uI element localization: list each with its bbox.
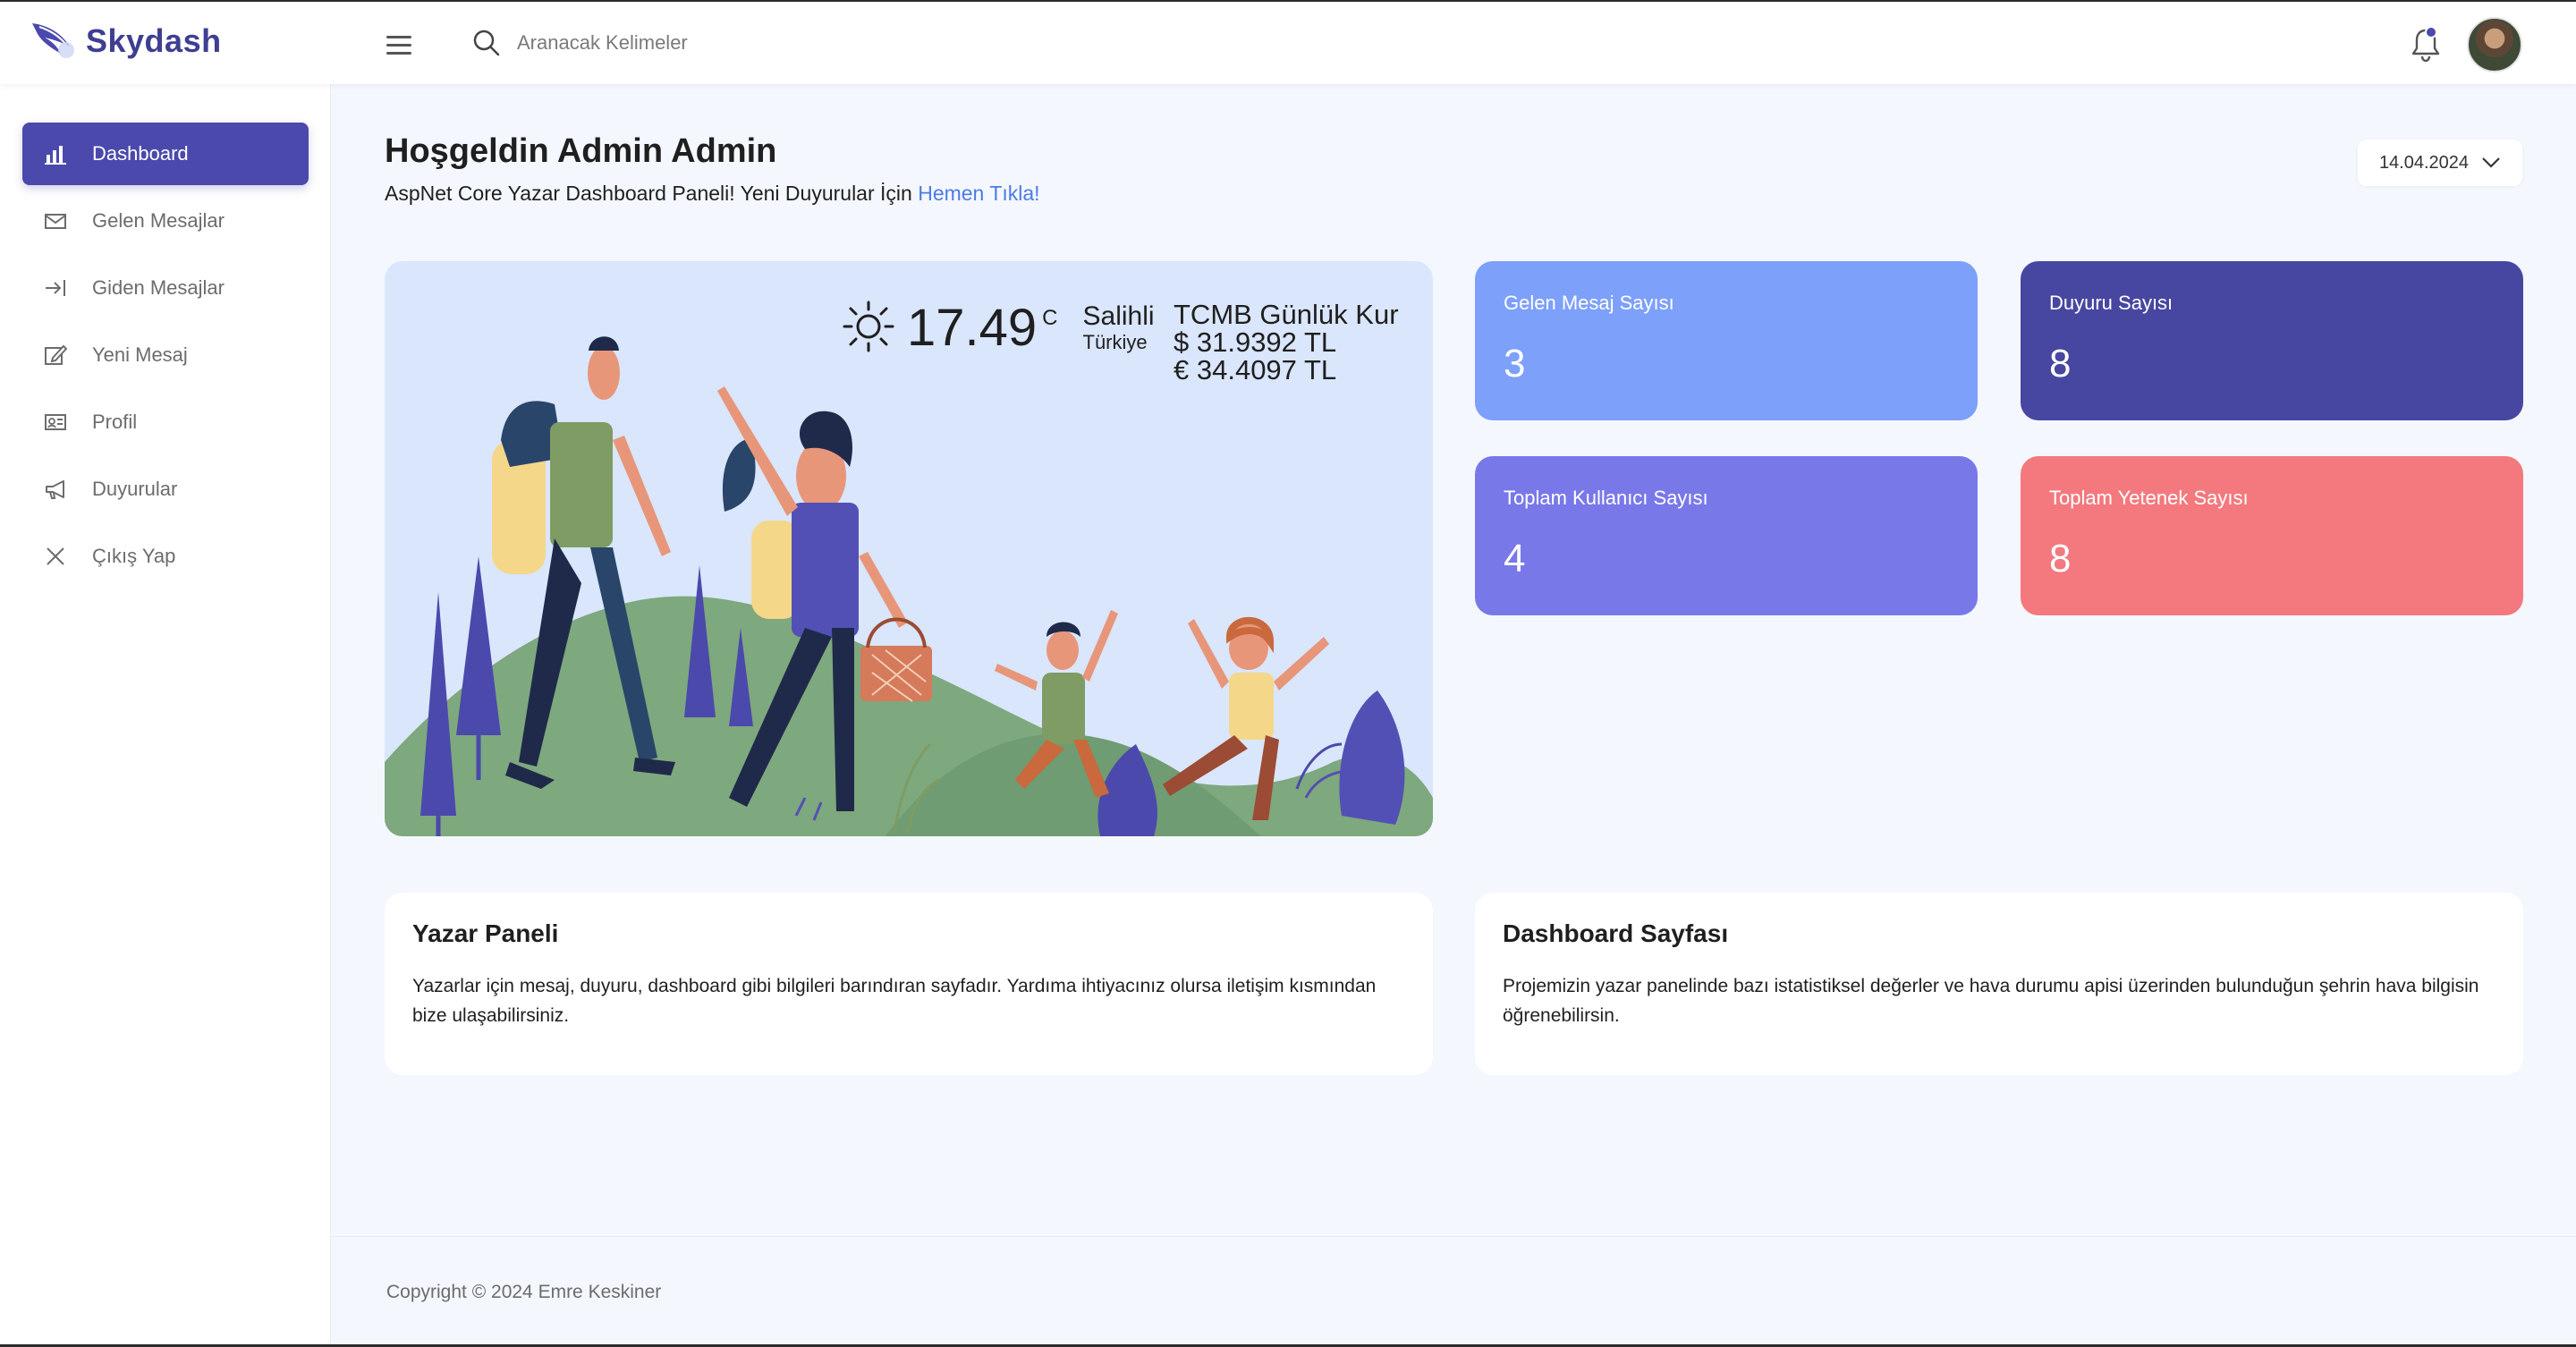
sidebar-item-label: Yeni Mesaj (92, 343, 188, 366)
date-value: 14.04.2024 (2378, 152, 2470, 173)
sidebar-item-cikis-yap[interactable]: Çıkış Yap (22, 525, 309, 588)
sidebar: Dashboard Gelen Mesajlar Giden Mesajlar … (0, 84, 331, 1347)
announcements-link[interactable]: Hemen Tıkla! (918, 182, 1039, 205)
temperature-value: 17.49 (907, 299, 1038, 357)
stat-card-toplam-yetenek[interactable]: Toplam Yetenek Sayısı 8 (2021, 456, 2523, 615)
stat-value: 8 (2049, 342, 2072, 385)
sidebar-item-profil[interactable]: Profil (22, 391, 309, 453)
stat-card-gelen-mesaj[interactable]: Gelen Mesaj Sayısı 3 (1475, 261, 1978, 420)
temperature-unit: C (1042, 306, 1058, 330)
currency-rates: TCMB Günlük Kur $ 31.9392 TL € 34.4097 T… (1174, 301, 1399, 384)
search-icon[interactable] (472, 29, 501, 57)
chevron-down-icon (2482, 157, 2500, 168)
close-icon (47, 547, 64, 565)
location: Salihli Türkiye (1083, 302, 1155, 354)
info-text: Yazarlar için mesaj, duyuru, dashboard g… (412, 976, 1377, 1026)
stat-value: 4 (1504, 537, 1526, 580)
stat-label: Gelen Mesaj Sayısı (1504, 292, 1674, 314)
sidebar-item-label: Dashboard (92, 142, 189, 165)
city-name: Salihli (1082, 301, 1155, 331)
weather-hero-card: 17.49 C Salihli Türkiye TCMB Günlük Kur … (385, 261, 1433, 836)
page-subtitle: AspNet Core Yazar Dashboard Paneli! Yeni… (385, 182, 1040, 206)
sidebar-item-gelen-mesajlar[interactable]: Gelen Mesajlar (22, 190, 309, 252)
page-title: Hoşgeldin Admin Admin (385, 132, 777, 170)
footer: Copyright © 2024 Emre Keskiner (332, 1236, 2576, 1347)
arrow-right-bar-icon (46, 280, 65, 296)
brand-logo[interactable]: Skydash (30, 18, 222, 64)
megaphone-icon (46, 480, 64, 499)
country-name: Türkiye (1082, 330, 1148, 353)
stat-label: Toplam Kullanıcı Sayısı (1504, 487, 1708, 509)
search-input[interactable] (517, 31, 982, 55)
stat-label: Toplam Yetenek Sayısı (2049, 487, 2249, 509)
sidebar-item-label: Duyurular (92, 478, 178, 500)
info-card-dashboard-sayfasi: Dashboard Sayfası Projemizin yazar panel… (1475, 893, 2523, 1075)
notification-dot (2425, 26, 2437, 38)
usd-rate: $ 31.9392 TL (1174, 326, 1337, 358)
subtitle-text: AspNet Core Yazar Dashboard Paneli! Yeni… (385, 182, 919, 205)
stat-card-toplam-kullanici[interactable]: Toplam Kullanıcı Sayısı 4 (1475, 456, 1978, 615)
sidebar-item-label: Profil (92, 411, 138, 433)
sidebar-item-label: Gelen Mesajlar (92, 209, 225, 232)
stat-label: Duyuru Sayısı (2049, 292, 2174, 314)
sidebar-item-dashboard[interactable]: Dashboard (22, 123, 309, 185)
menu-toggle-icon[interactable] (386, 36, 411, 55)
brand-name: Skydash (86, 22, 222, 59)
date-selector[interactable]: 14.04.2024 (2358, 140, 2522, 186)
stat-value: 8 (2049, 537, 2072, 580)
sidebar-item-yeni-mesaj[interactable]: Yeni Mesaj (22, 324, 309, 386)
sidebar-item-duyurular[interactable]: Duyurular (22, 458, 309, 521)
search-bar (472, 29, 982, 57)
eur-rate: € 34.4097 TL (1174, 354, 1337, 385)
info-title: Dashboard Sayfası (1503, 919, 1729, 947)
wing-logo-icon (32, 23, 74, 58)
sidebar-item-label: Giden Mesajlar (92, 276, 225, 299)
copyright-text: Copyright © 2024 Emre Keskiner (386, 1282, 662, 1302)
info-card-yazar-paneli: Yazar Paneli Yazarlar için mesaj, duyuru… (385, 893, 1433, 1075)
top-navbar: Skydash (0, 0, 2576, 84)
stat-card-duyuru[interactable]: Duyuru Sayısı 8 (2021, 261, 2523, 420)
currency-title: TCMB Günlük Kur (1174, 299, 1399, 330)
sidebar-item-giden-mesajlar[interactable]: Giden Mesajlar (22, 257, 309, 319)
edit-icon (45, 344, 67, 365)
stat-value: 3 (1504, 342, 1526, 385)
sidebar-item-label: Çıkış Yap (92, 545, 176, 567)
envelope-icon (45, 214, 66, 229)
bar-chart-icon (45, 146, 66, 165)
info-text: Projemizin yazar panelinde bazı istatist… (1503, 976, 2479, 1026)
id-card-icon (45, 414, 66, 430)
user-avatar[interactable] (2467, 17, 2522, 72)
weather-widget: 17.49 C Salihli Türkiye (841, 299, 1155, 354)
info-title: Yazar Paneli (412, 919, 559, 947)
sun-icon (843, 301, 894, 352)
